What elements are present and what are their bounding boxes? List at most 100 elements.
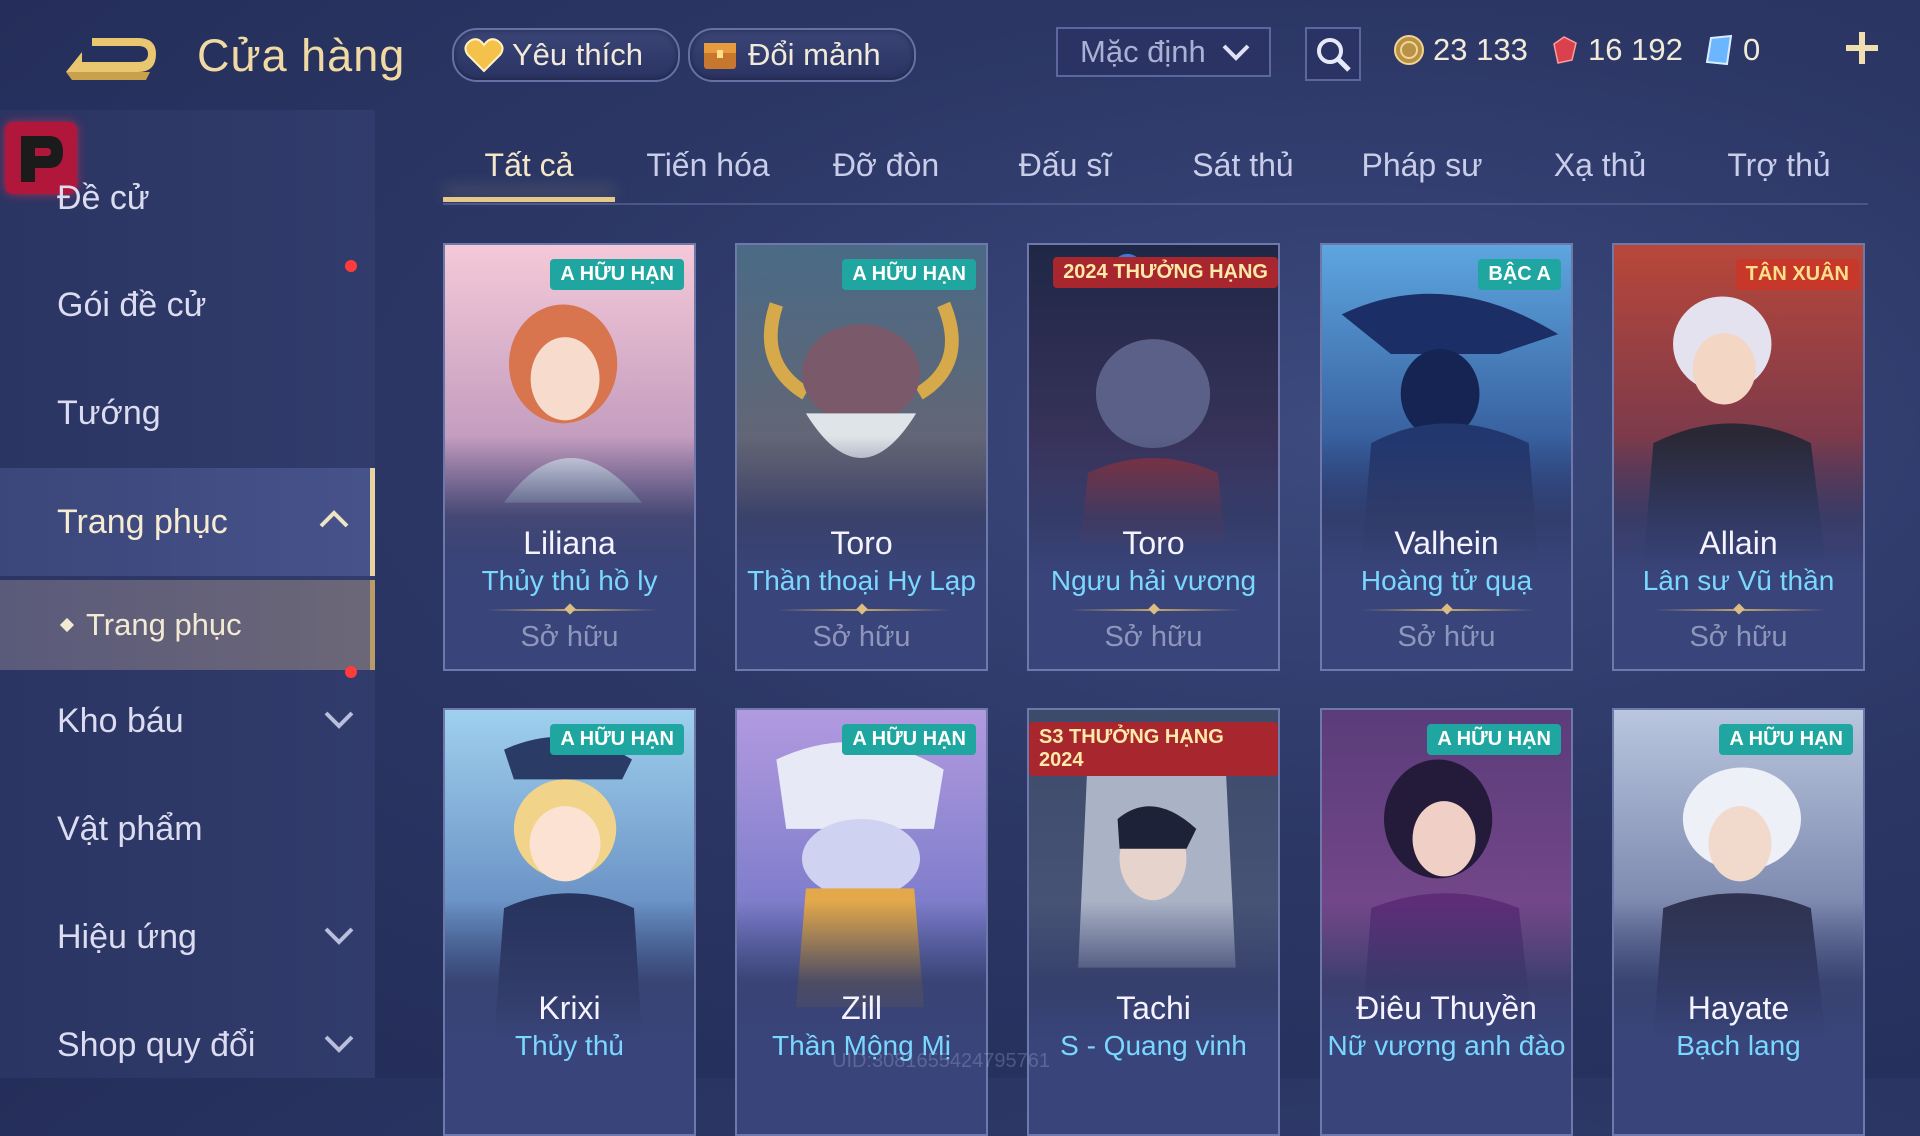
tab-mage[interactable]: Pháp sư: [1361, 147, 1482, 184]
hero-name: Hayate: [1687, 990, 1790, 1026]
sidebar-item-label: Vật phẩm: [57, 809, 203, 848]
bullet-icon: [59, 617, 75, 633]
skin-grid: A HỮU HẠN Liliana Thủy thủ hồ ly Sở hữu …: [443, 243, 1868, 1136]
divider: [1362, 609, 1535, 611]
sidebar-subitem-skins[interactable]: Trang phục: [0, 580, 375, 670]
sidebar-item-label: Shop quy đổi: [57, 1025, 256, 1064]
skin-tier-badge: BẬC A: [1478, 259, 1561, 290]
skin-card[interactable]: BẬC A Valhein Hoàng tử quạ Sở hữu: [1320, 243, 1573, 671]
voucher-icon: [1703, 34, 1735, 66]
skin-card[interactable]: S3 THƯỞNG HẠNG 2024 Tachi S - Quang vinh: [1027, 708, 1280, 1136]
skin-tier-badge: A HỮU HẠN: [842, 259, 976, 290]
skin-name: Lân sư Vũ thần: [1642, 565, 1835, 596]
skin-tier-badge: A HỮU HẠN: [550, 259, 684, 290]
skin-name: Bạch lang: [1676, 1030, 1801, 1061]
sidebar-item-label: Trang phục: [57, 502, 228, 541]
heart-icon: [462, 33, 506, 77]
sidebar-item-treasure[interactable]: Kho báu: [0, 666, 375, 766]
ownership-status: Sở hữu: [520, 621, 619, 653]
skin-card[interactable]: A HỮU HẠN Krixi Thủy thủ: [443, 708, 696, 1136]
top-bar: Cửa hàng Yêu thích Đổi mảnh Mặc định 23 …: [0, 0, 1920, 110]
sidebar-item-featured[interactable]: Đề cử: [0, 153, 375, 243]
gem-balance: 16 192: [1548, 28, 1683, 72]
chevron-down-icon: [324, 711, 354, 729]
divider: [777, 609, 950, 611]
coin-amount: 23 133: [1433, 32, 1528, 67]
skin-name: Thủy thủ hồ ly: [481, 565, 658, 596]
notification-dot: [345, 260, 357, 272]
sort-dropdown[interactable]: Mặc định: [1056, 27, 1271, 77]
sidebar-item-label: Hiệu ứng: [57, 917, 197, 956]
skin-tier-badge: TÂN XUÂN: [1735, 259, 1859, 290]
hero-name: Toro: [830, 525, 893, 561]
skin-tier-badge: A HỮU HẠN: [1427, 724, 1561, 755]
hero-name: Tachi: [1116, 990, 1191, 1026]
skin-card[interactable]: 2024 THƯỞNG HẠNG Toro Ngưu hải vương Sở …: [1027, 243, 1280, 671]
divider: [1654, 609, 1827, 611]
chevron-up-icon: [319, 510, 349, 528]
category-sidebar: Đề cử Gói đề cử Tướng Trang phục Trang p…: [0, 110, 375, 1078]
skin-card[interactable]: A HỮU HẠN Hayate Bạch lang: [1612, 708, 1865, 1136]
gem-amount: 16 192: [1588, 32, 1683, 67]
add-currency-icon[interactable]: [1842, 28, 1882, 68]
tab-marksman[interactable]: Xạ thủ: [1554, 147, 1647, 184]
tab-support[interactable]: Trợ thủ: [1727, 147, 1830, 184]
skin-card[interactable]: TÂN XUÂN Allain Lân sư Vũ thần Sở hữu: [1612, 243, 1865, 671]
tab-all[interactable]: Tất cả: [485, 147, 574, 184]
ownership-status: Sở hữu: [812, 621, 911, 653]
gold-coin-icon: [1393, 34, 1425, 66]
sidebar-item-heroes[interactable]: Tướng: [0, 368, 375, 458]
ownership-status: Sở hữu: [1397, 621, 1496, 653]
favorites-label: Yêu thích: [512, 37, 643, 72]
sidebar-item-label: Kho báu: [57, 701, 184, 740]
sidebar-item-effects[interactable]: Hiệu ứng: [0, 892, 375, 982]
sidebar-item-label: Trang phục: [86, 607, 242, 642]
sidebar-item-featured-packs[interactable]: Gói đề cử: [0, 260, 375, 350]
skin-card[interactable]: A HỮU HẠN Điêu Thuyền Nữ vương anh đào: [1320, 708, 1573, 1136]
notification-dot: [345, 666, 357, 678]
skin-name: Ngưu hải vương: [1050, 565, 1257, 596]
back-arrow-icon[interactable]: [58, 28, 158, 88]
skin-card[interactable]: A HỮU HẠN Liliana Thủy thủ hồ ly Sở hữu: [443, 243, 696, 671]
search-icon: [1317, 38, 1351, 72]
hero-name: Allain: [1699, 525, 1778, 561]
hero-name: Liliana: [523, 525, 616, 561]
ownership-status: Sở hữu: [1689, 621, 1788, 653]
fragment-exchange-button[interactable]: Đổi mảnh: [688, 28, 916, 82]
chevron-down-icon: [1222, 44, 1250, 61]
skin-name: Thần thoại Hy Lạp: [747, 565, 976, 596]
chevron-down-icon: [324, 1035, 354, 1053]
skin-tier-badge: 2024 THƯỞNG HẠNG: [1053, 257, 1278, 288]
sidebar-item-label: Tướng: [57, 393, 161, 432]
tab-evolution[interactable]: Tiến hóa: [646, 147, 769, 184]
tab-tank[interactable]: Đỡ đòn: [833, 147, 939, 184]
tab-assassin[interactable]: Sát thủ: [1192, 147, 1293, 184]
voucher-amount: 0: [1743, 32, 1761, 67]
tab-fighter[interactable]: Đấu sĩ: [1019, 147, 1111, 184]
role-filter-tabs: Tất cả Tiến hóa Đỡ đòn Đấu sĩ Sát thủ Ph…: [443, 135, 1868, 205]
divider: [1069, 609, 1242, 611]
skin-name: S - Quang vinh: [1060, 1030, 1247, 1061]
skin-name: Hoàng tử quạ: [1360, 565, 1533, 596]
search-button[interactable]: [1305, 27, 1361, 81]
voucher-balance: 0: [1703, 28, 1760, 72]
favorites-button[interactable]: Yêu thích: [452, 28, 680, 82]
skin-tier-badge: A HỮU HẠN: [550, 724, 684, 755]
hero-name: Điêu Thuyền: [1356, 990, 1537, 1026]
skin-card[interactable]: A HỮU HẠN Toro Thần thoại Hy Lạp Sở hữu: [735, 243, 988, 671]
uid-watermark: UID:3081655424795761: [832, 1050, 1050, 1072]
skin-name: Nữ vương anh đào: [1327, 1030, 1566, 1061]
coin-balance: 23 133: [1393, 28, 1528, 72]
hero-name: Valhein: [1394, 525, 1499, 561]
page-title: Cửa hàng: [197, 30, 406, 81]
sidebar-item-label: Đề cử: [57, 178, 150, 217]
hero-name: Zill: [841, 990, 882, 1026]
skin-name: Thủy thủ: [515, 1030, 624, 1061]
skin-tier-badge: A HỮU HẠN: [842, 724, 976, 755]
skin-tier-badge: S3 THƯỞNG HẠNG 2024: [1029, 722, 1278, 776]
hero-name: Toro: [1122, 525, 1185, 561]
sidebar-item-skins[interactable]: Trang phục: [0, 468, 375, 576]
skin-tier-badge: A HỮU HẠN: [1719, 724, 1853, 755]
sidebar-item-exchange-shop[interactable]: Shop quy đổi: [0, 1000, 375, 1090]
sidebar-item-items[interactable]: Vật phẩm: [0, 784, 375, 874]
